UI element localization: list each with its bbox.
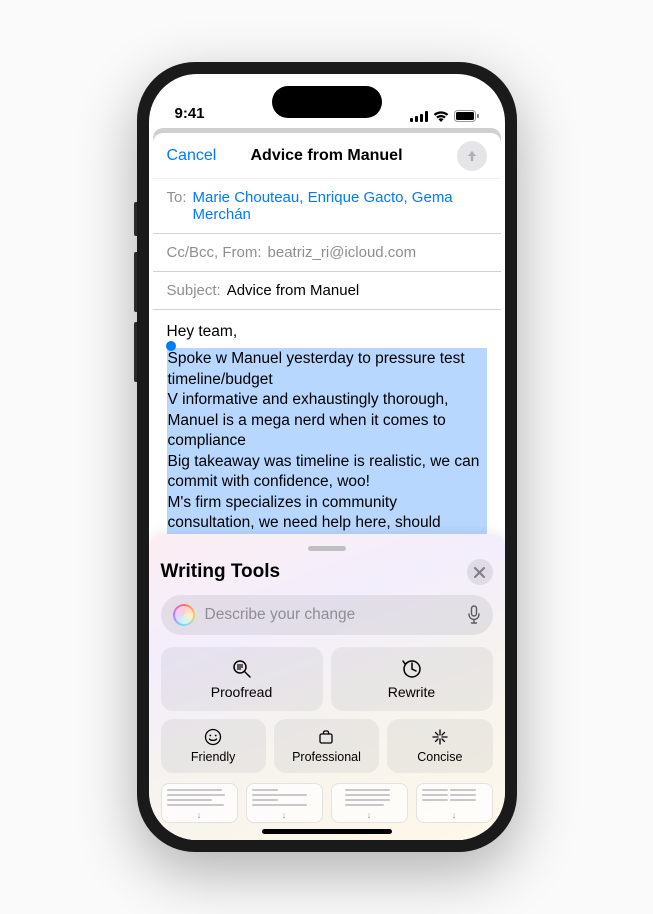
screen: 9:41 Cancel Advice from Manuel To: Ma	[149, 74, 505, 840]
rewrite-label: Rewrite	[388, 684, 435, 700]
home-indicator[interactable]	[262, 829, 392, 834]
tools-row-1: Proofread Rewrite	[161, 647, 493, 711]
arrow-up-icon	[464, 148, 480, 164]
battery-icon	[454, 110, 479, 122]
compose-card: Cancel Advice from Manuel To: Marie Chou…	[153, 133, 501, 840]
cancel-button[interactable]: Cancel	[167, 147, 217, 165]
describe-change-input[interactable]: Describe your change	[161, 595, 493, 635]
download-icon: ↓	[452, 810, 457, 820]
professional-icon	[317, 728, 335, 746]
wifi-icon	[433, 111, 449, 122]
subject-label: Subject:	[167, 282, 221, 299]
status-time: 9:41	[175, 105, 205, 122]
writing-tools-panel: Writing Tools Describe your change	[153, 534, 501, 840]
modal-card-stack: Cancel Advice from Manuel To: Marie Chou…	[153, 128, 501, 840]
download-icon: ↓	[367, 810, 372, 820]
format-thumbnails: ↓ ↓ ↓	[161, 783, 493, 823]
format-thumb-4[interactable]: ↓	[416, 783, 493, 823]
download-icon: ↓	[282, 810, 287, 820]
compose-nav: Cancel Advice from Manuel	[153, 133, 501, 179]
concise-button[interactable]: Concise	[387, 719, 492, 773]
body-greeting: Hey team,	[167, 322, 487, 342]
professional-label: Professional	[292, 750, 361, 764]
friendly-button[interactable]: Friendly	[161, 719, 266, 773]
proofread-label: Proofread	[211, 684, 272, 700]
concise-icon	[431, 728, 449, 746]
send-button[interactable]	[457, 141, 487, 171]
close-icon	[474, 567, 485, 578]
from-email: beatriz_ri@icloud.com	[268, 244, 417, 261]
panel-grabber[interactable]	[308, 546, 346, 551]
to-label: To:	[167, 189, 187, 206]
dynamic-island	[272, 86, 382, 118]
download-icon: ↓	[197, 810, 202, 820]
proofread-icon	[231, 658, 253, 680]
intelligence-icon	[173, 604, 195, 626]
to-field[interactable]: To: Marie Chouteau, Enrique Gacto, Gema …	[153, 179, 501, 234]
writing-tools-header: Writing Tools	[161, 559, 493, 585]
subject-value[interactable]: Advice from Manuel	[227, 282, 360, 299]
friendly-label: Friendly	[191, 750, 235, 764]
tools-row-2: Friendly Professional Concise	[161, 719, 493, 773]
close-button[interactable]	[467, 559, 493, 585]
concise-label: Concise	[417, 750, 462, 764]
phone-frame: 9:41 Cancel Advice from Manuel To: Ma	[137, 62, 517, 852]
cellular-icon	[410, 111, 428, 122]
ccbcc-label: Cc/Bcc, From:	[167, 244, 262, 261]
selected-text[interactable]: Spoke w Manuel yesterday to pressure tes…	[167, 348, 487, 554]
format-thumb-2[interactable]: ↓	[246, 783, 323, 823]
rewrite-button[interactable]: Rewrite	[331, 647, 493, 711]
professional-button[interactable]: Professional	[274, 719, 379, 773]
proofread-button[interactable]: Proofread	[161, 647, 323, 711]
recipients[interactable]: Marie Chouteau, Enrique Gacto, Gema Merc…	[193, 189, 487, 223]
friendly-icon	[204, 728, 222, 746]
ccbcc-from-field[interactable]: Cc/Bcc, From: beatriz_ri@icloud.com	[153, 234, 501, 272]
format-thumb-1[interactable]: ↓	[161, 783, 238, 823]
selection-handle-start[interactable]	[166, 341, 176, 351]
rewrite-icon	[401, 658, 423, 680]
describe-change-placeholder: Describe your change	[205, 606, 457, 624]
status-icons	[410, 110, 479, 122]
compose-title: Advice from Manuel	[250, 147, 402, 165]
format-thumb-3[interactable]: ↓	[331, 783, 408, 823]
subject-field[interactable]: Subject: Advice from Manuel	[153, 272, 501, 310]
mic-icon[interactable]	[467, 605, 481, 625]
selected-content: Spoke w Manuel yesterday to pressure tes…	[168, 350, 480, 551]
writing-tools-title: Writing Tools	[161, 561, 281, 583]
